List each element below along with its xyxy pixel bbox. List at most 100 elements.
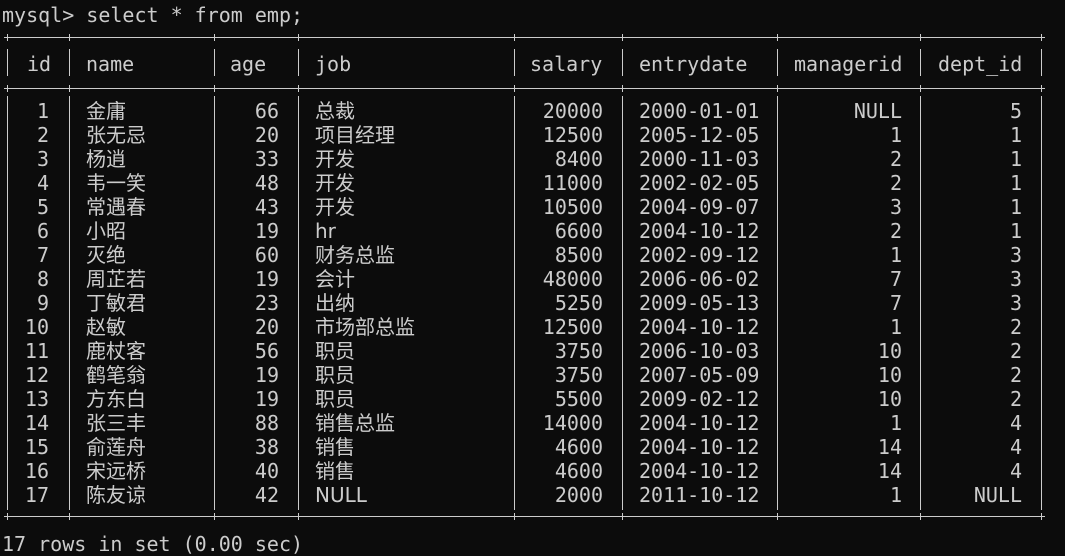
table-cell-age: 19 [254, 267, 279, 291]
table-cell-age: 66 [254, 99, 279, 123]
table-cell-job: 出纳 [315, 291, 355, 315]
table-cell-dept-id: 2 [1009, 363, 1022, 387]
table-cell-dept-id: 2 [1009, 315, 1022, 339]
table-cell-id: 11 [24, 339, 49, 363]
terminal-window[interactable]: mysql> select * from emp; id name age job sa… [0, 0, 1065, 556]
border-junction [511, 34, 518, 41]
table-header-row: id name age job salary entrydate managerid dept… [0, 52, 1065, 76]
table-cell-id: 5 [36, 195, 49, 219]
table-cell-name: 张三丰 [86, 411, 146, 435]
table-cell-job: 销售 [315, 459, 355, 483]
table-cell-managerid: 10 [877, 363, 902, 387]
table-cell-name: 陈友谅 [86, 483, 146, 507]
table-cell-job: 开发 [315, 195, 355, 219]
table-cell-salary: 4600 [554, 459, 603, 483]
table-cell-entrydate: 2009-02-12 [639, 387, 760, 411]
table-cell-entrydate: 2000-11-03 [639, 147, 760, 171]
table-cell-dept-id: 5 [1009, 99, 1022, 123]
table-cell-managerid: 7 [889, 267, 902, 291]
table-cell-id: 17 [24, 483, 49, 507]
border-junction [511, 85, 518, 92]
table-cell-id: 13 [24, 387, 49, 411]
table-cell-salary: 8500 [554, 243, 603, 267]
table-row: 15 俞莲舟 38 销售 4600 2004-10-12 14 4 [0, 435, 1065, 459]
table-cell-entrydate: 2006-10-03 [639, 339, 760, 363]
table-cell-name: 方东白 [86, 387, 146, 411]
table-cell-managerid: NULL [853, 99, 902, 123]
table-cell-dept-id: 4 [1009, 435, 1022, 459]
table-cell-job: 开发 [315, 147, 355, 171]
table-cell-job: 职员 [315, 363, 355, 387]
table-cell-managerid: 1 [889, 243, 902, 267]
border-junction [511, 513, 518, 520]
table-cell-job: 职员 [315, 339, 355, 363]
border-junction [917, 513, 924, 520]
table-cell-managerid: 10 [877, 387, 902, 411]
border-junction [66, 513, 73, 520]
table-cell-age: 60 [254, 243, 279, 267]
table-cell-id: 9 [36, 291, 49, 315]
table-cell-id: 2 [36, 123, 49, 147]
border-junction [774, 513, 781, 520]
table-cell-managerid: 2 [889, 147, 902, 171]
table-cell-entrydate: 2011-10-12 [639, 483, 760, 507]
border-junction [619, 85, 626, 92]
table-cell-dept-id: 1 [1009, 219, 1022, 243]
table-row: 9 丁敏君 23 出纳 5250 2009-05-13 7 3 [0, 291, 1065, 315]
table-cell-job: 市场部总监 [315, 315, 415, 339]
table-bottom-border [4, 516, 1044, 517]
table-cell-id: 12 [24, 363, 49, 387]
table-cell-salary: 3750 [554, 339, 603, 363]
table-cell-salary: 3750 [554, 363, 603, 387]
table-cell-id: 10 [24, 315, 49, 339]
table-row: 12 鹤笔翁 19 职员 3750 2007-05-09 10 2 [0, 363, 1065, 387]
table-top-border [4, 37, 1044, 38]
border-junction [774, 34, 781, 41]
command-line: mysql> select * from emp; [2, 3, 303, 27]
table-cell-id: 7 [36, 243, 49, 267]
table-row: 16 宋远桥 40 销售 4600 2004-10-12 14 4 [0, 459, 1065, 483]
table-cell-salary: 12500 [542, 123, 603, 147]
table-cell-salary: 6600 [554, 219, 603, 243]
column-header: id [27, 52, 52, 76]
table-cell-job: 职员 [315, 387, 355, 411]
border-junction [66, 34, 73, 41]
table-cell-entrydate: 2004-10-12 [639, 219, 760, 243]
column-header: managerid [794, 52, 903, 76]
table-cell-salary: 48000 [542, 267, 603, 291]
table-cell-job: 销售 [315, 435, 355, 459]
table-cell-salary: 4600 [554, 435, 603, 459]
table-cell-name: 张无忌 [86, 123, 146, 147]
table-cell-id: 6 [36, 219, 49, 243]
table-row: 14 张三丰 88 销售总监 14000 2004-10-12 1 4 [0, 411, 1065, 435]
table-cell-id: 14 [24, 411, 49, 435]
table-cell-dept-id: 1 [1009, 147, 1022, 171]
table-cell-salary: 20000 [542, 99, 603, 123]
table-cell-dept-id: 3 [1009, 243, 1022, 267]
table-cell-age: 19 [254, 363, 279, 387]
table-cell-name: 鹿杖客 [86, 339, 146, 363]
border-junction [295, 513, 302, 520]
table-cell-job: 项目经理 [315, 123, 395, 147]
table-row: 3 杨逍 33 开发 8400 2000-11-03 2 1 [0, 147, 1065, 171]
table-cell-managerid: 14 [877, 459, 902, 483]
table-row: 2 张无忌 20 项目经理 12500 2005-12-05 1 1 [0, 123, 1065, 147]
sql-command: select * from emp; [86, 3, 304, 27]
table-cell-salary: 2000 [554, 483, 603, 507]
table-cell-salary: 5500 [554, 387, 603, 411]
border-junction [1038, 34, 1045, 41]
table-row: 8 周芷若 19 会计 48000 2006-06-02 7 3 [0, 267, 1065, 291]
table-cell-name: 俞莲舟 [86, 435, 146, 459]
table-cell-managerid: 2 [889, 171, 902, 195]
table-row: 1 金庸 66 总裁 20000 2000-01-01 NULL 5 [0, 99, 1065, 123]
table-cell-age: 20 [254, 123, 279, 147]
table-row: 11 鹿杖客 56 职员 3750 2006-10-03 10 2 [0, 339, 1065, 363]
table-header-separator [4, 88, 1044, 89]
table-cell-age: 19 [254, 219, 279, 243]
table-cell-age: 42 [254, 483, 279, 507]
table-cell-name: 鹤笔翁 [86, 363, 146, 387]
border-junction [295, 85, 302, 92]
table-cell-dept-id: 1 [1009, 123, 1022, 147]
mysql-prompt: mysql> [2, 3, 87, 27]
table-row: 6 小昭 19 hr 6600 2004-10-12 2 1 [0, 219, 1065, 243]
